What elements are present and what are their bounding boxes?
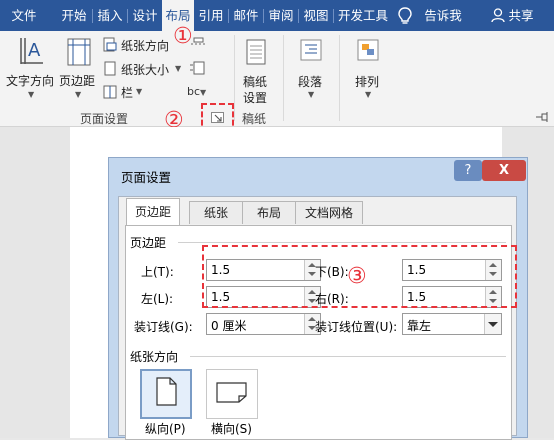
size-label: 纸张大小 <box>121 63 170 77</box>
tab-references[interactable]: 引用 <box>195 0 227 31</box>
close-button[interactable]: X <box>482 160 526 181</box>
tab-separator <box>333 9 334 23</box>
tell-me-button[interactable]: 告诉我 <box>418 0 468 31</box>
draft-paper-label-1: 稿纸 <box>243 75 268 89</box>
group-divider <box>190 356 506 357</box>
paragraph-button[interactable]: 段落 ▼ <box>294 37 330 105</box>
help-button[interactable]: ? <box>454 160 482 181</box>
group-separator <box>339 35 340 121</box>
chevron-down-icon: ▼ <box>365 90 372 99</box>
columns-label: 栏 <box>121 86 134 100</box>
hyphenation-glyph: bc <box>187 85 201 98</box>
margins-group-label: 页边距 <box>130 236 167 250</box>
group-separator <box>283 35 284 121</box>
arrange-icon <box>357 39 379 61</box>
paper-size-icon <box>104 61 116 76</box>
margins-icon <box>67 38 91 66</box>
hyphenation-button[interactable]: bc▼ <box>187 84 215 100</box>
dialog-title: 页面设置 <box>121 170 172 185</box>
text-direction-button[interactable]: A 文字方向 ▼ <box>6 34 58 104</box>
page-setup-group-label: 页面设置 <box>80 112 129 126</box>
portrait-option[interactable] <box>140 369 192 419</box>
svg-text:A: A <box>28 40 41 61</box>
chevron-down-icon[interactable] <box>484 314 501 334</box>
tab-separator <box>228 9 229 23</box>
chevron-down-icon: ▼ <box>200 88 207 97</box>
tab-separator <box>263 9 264 23</box>
chevron-down-icon: ▼ <box>175 64 182 73</box>
left-margin-label: 左(L): <box>141 292 174 306</box>
landscape-icon <box>216 382 247 403</box>
line-numbers-button[interactable] <box>189 61 215 77</box>
margins-label: 页边距 <box>59 74 96 88</box>
tab-separator <box>298 9 299 23</box>
share-button[interactable]: 共享 <box>506 0 536 31</box>
gutter-position-select[interactable]: 靠左 <box>402 313 502 335</box>
portrait-label: 纵向(P) <box>145 422 186 436</box>
text-direction-label: 文字方向 <box>6 74 55 88</box>
draft-paper-label-2: 设置 <box>243 91 268 105</box>
tab-paper[interactable]: 纸张 <box>189 201 243 224</box>
annotation-marker-1: ① <box>173 24 193 49</box>
gutter-input[interactable]: 0 厘米 <box>206 313 321 335</box>
tab-design[interactable]: 设计 <box>129 0 161 31</box>
arrange-button[interactable]: 排列 ▼ <box>351 37 387 105</box>
draft-paper-button[interactable]: 稿纸 设置 <box>241 37 271 107</box>
tab-layout[interactable]: 布局 <box>242 201 296 224</box>
draft-paper-icon <box>246 39 266 65</box>
orientation-label: 纸张方向 <box>121 39 170 53</box>
arrange-label: 排列 <box>355 75 380 89</box>
person-icon <box>491 8 505 23</box>
paragraph-icon <box>300 39 322 61</box>
gutter-label: 装订线(G): <box>134 320 193 334</box>
gutter-value: 0 厘米 <box>211 319 247 333</box>
portrait-icon <box>156 377 177 406</box>
chevron-down-icon: ▼ <box>136 87 143 96</box>
gutter-position-label: 装订线位置(U): <box>315 320 398 334</box>
margins-button[interactable]: 页边距 ▼ <box>59 34 99 104</box>
lightbulb-icon <box>398 7 412 24</box>
pin-ribbon-icon[interactable] <box>535 112 549 122</box>
group-separator <box>234 35 235 121</box>
text-direction-icon: A <box>20 38 43 64</box>
gutter-position-value: 靠左 <box>407 319 432 333</box>
tab-view[interactable]: 视图 <box>300 0 332 31</box>
annotation-marker-3: ③ <box>347 264 367 289</box>
chevron-down-icon: ▼ <box>28 90 35 99</box>
top-margin-label: 上(T): <box>141 265 174 279</box>
orientation-icon <box>103 37 117 52</box>
size-button[interactable]: 纸张大小 ▼ <box>103 60 185 78</box>
breaks-button[interactable] <box>189 37 215 53</box>
line-numbers-icon <box>190 61 205 75</box>
columns-button[interactable]: 栏 ▼ <box>103 83 153 101</box>
tab-review[interactable]: 审阅 <box>265 0 297 31</box>
tab-home[interactable]: 开始 <box>57 0 91 31</box>
columns-icon <box>103 85 117 99</box>
tab-separator <box>92 9 93 23</box>
paragraph-label: 段落 <box>298 75 323 89</box>
tab-insert[interactable]: 插入 <box>94 0 126 31</box>
orientation-group-label: 纸张方向 <box>130 350 179 364</box>
landscape-option[interactable] <box>206 369 258 419</box>
chevron-down-icon: ▼ <box>75 90 82 99</box>
ribbon: A 文字方向 ▼ 页边距 ▼ 纸张方向 纸张大小 ▼ 栏 ▼ bc▼ 页面设置 … <box>0 31 554 127</box>
draft-group-label: 稿纸 <box>242 112 267 126</box>
tab-separator <box>127 9 128 23</box>
chevron-down-icon: ▼ <box>308 90 315 99</box>
dialog-body: 页边距 纸张 布局 文档网格 页边距 上(T): 1.5 下(B): 1.5 左… <box>118 196 517 440</box>
tab-margins[interactable]: 页边距 <box>126 198 180 225</box>
tab-mailings[interactable]: 邮件 <box>230 0 262 31</box>
group-divider <box>178 242 506 243</box>
tab-developer[interactable]: 开发工具 <box>335 0 391 31</box>
tab-document-grid[interactable]: 文档网格 <box>295 201 363 224</box>
tab-file[interactable]: 文件 <box>4 0 44 31</box>
landscape-label: 横向(S) <box>211 422 252 436</box>
menu-bar: 文件 开始 插入 设计 布局 引用 邮件 审阅 视图 开发工具 告诉我 共享 <box>0 0 554 31</box>
